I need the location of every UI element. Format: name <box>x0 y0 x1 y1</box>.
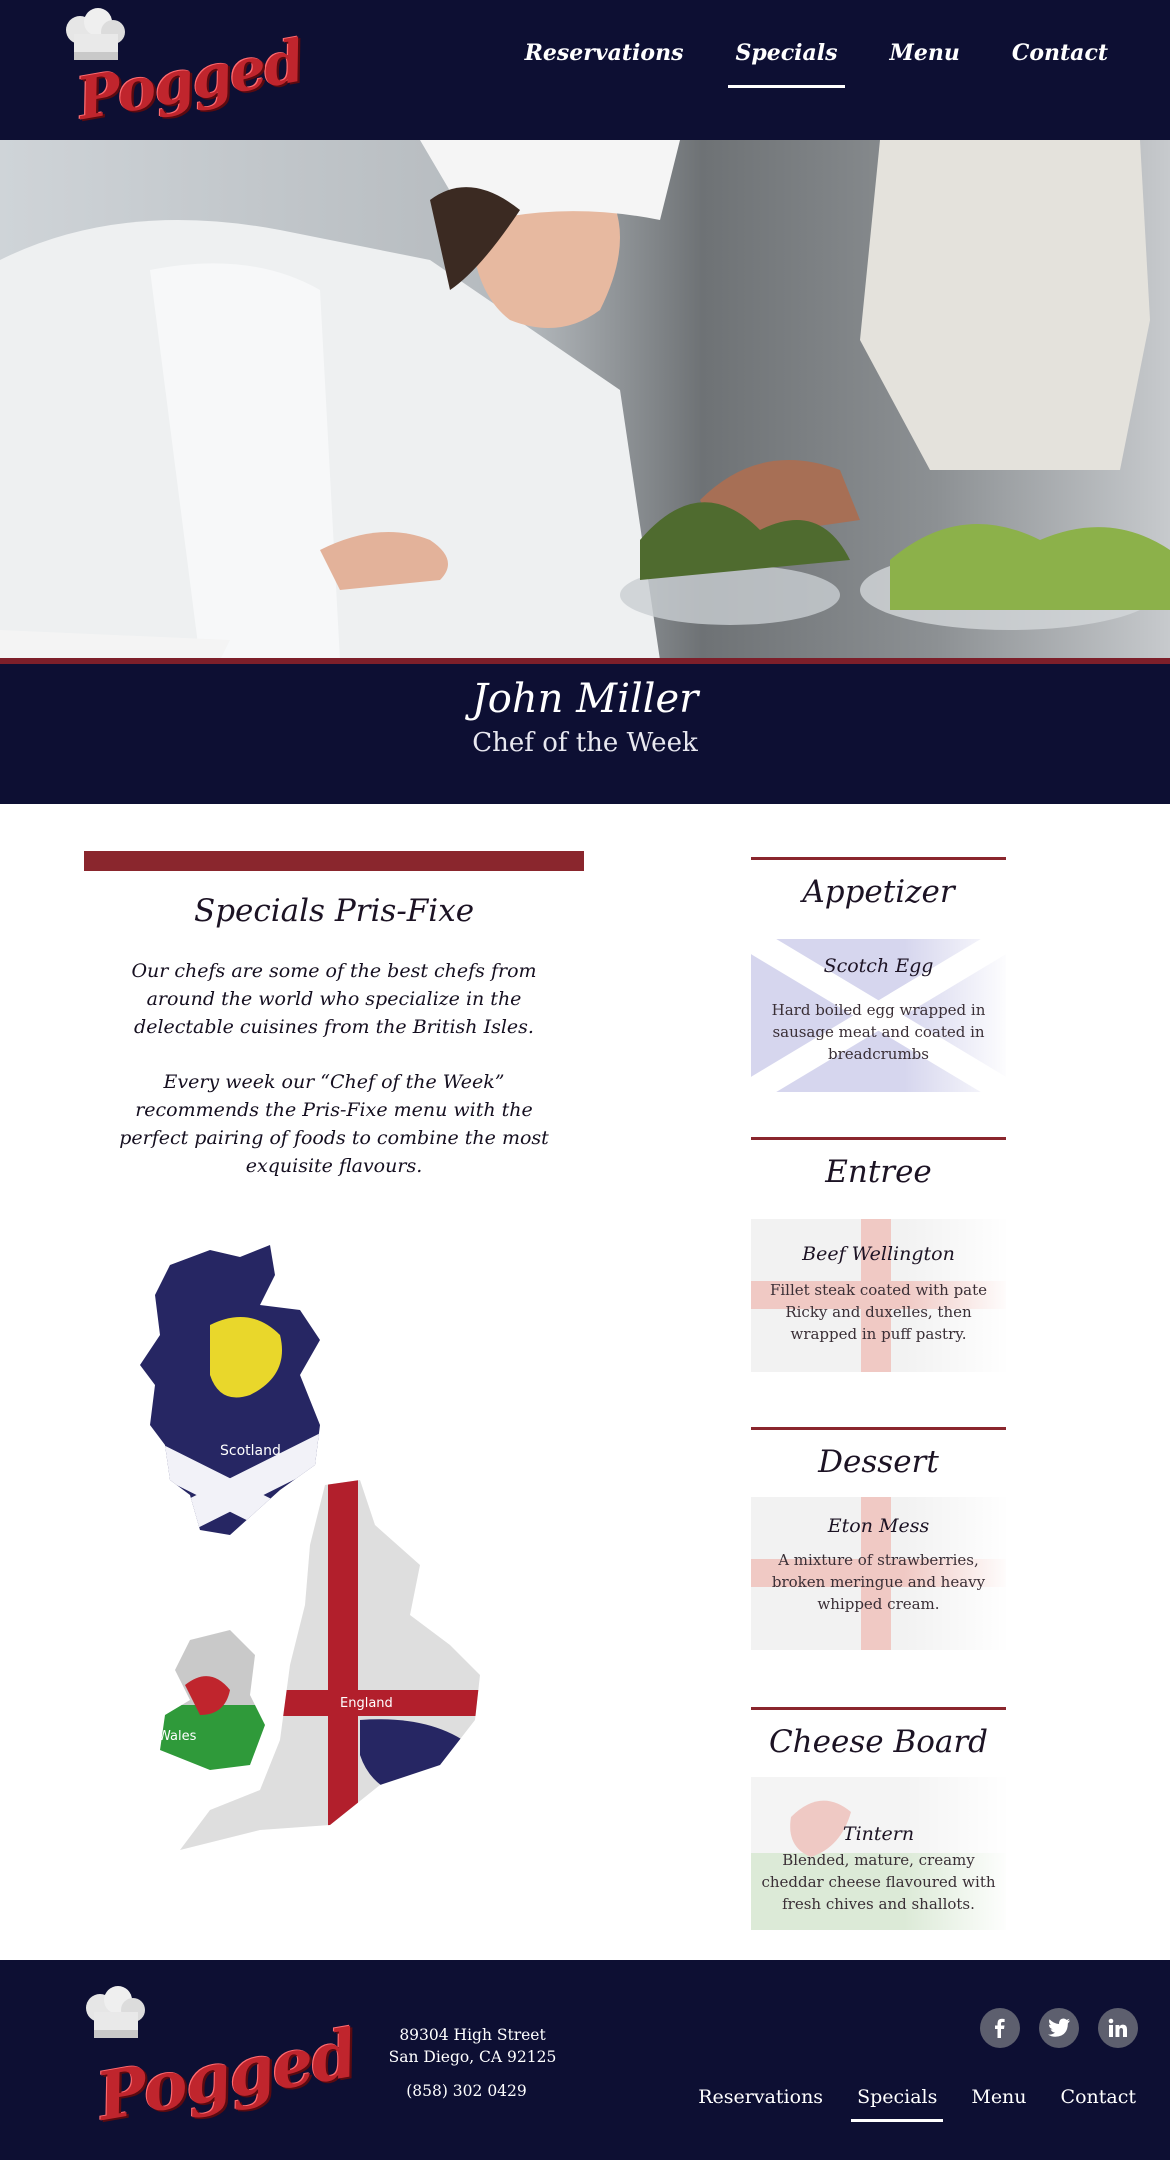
dish-name: Beef Wellington <box>802 1243 955 1265</box>
chef-of-week-banner: John Miller Chef of the Week <box>0 664 1170 804</box>
facebook-icon[interactable] <box>980 2008 1020 2048</box>
dish-description: Fillet steak coated with pate Ricky and … <box>769 1281 988 1343</box>
scotland-region <box>140 1245 320 1535</box>
map-label-england: England <box>340 1696 393 1711</box>
nav-reservations[interactable]: Reservations <box>525 40 684 80</box>
footer-nav-contact[interactable]: Contact <box>1061 2086 1136 2108</box>
course-dessert: Dessert Eton Mess A mixture of strawberr… <box>751 1427 1006 1662</box>
footer-nav-menu[interactable]: Menu <box>971 2086 1026 2108</box>
dish-name: Eton Mess <box>827 1515 930 1537</box>
address-line-1: 89304 High Street <box>399 2026 546 2044</box>
nav-menu[interactable]: Menu <box>890 40 960 80</box>
specials-description: Every week our “Chef of the Week” recomm… <box>119 1071 549 1177</box>
footer-nav-reservations[interactable]: Reservations <box>698 2086 823 2108</box>
hero-image <box>0 140 1170 660</box>
course-title: Dessert <box>818 1444 939 1480</box>
course-rule <box>751 1137 1006 1140</box>
chef-name: John Miller <box>471 676 699 722</box>
course-title: Entree <box>825 1154 932 1190</box>
specials-title: Specials Pris-Fixe <box>193 893 475 929</box>
dish-description: A mixture of strawberries, broken mering… <box>771 1551 986 1613</box>
main-nav: Reservations Specials Menu Contact <box>473 40 1108 88</box>
chef-hat-icon <box>86 1986 145 2038</box>
footer-logo[interactable]: Pogged <box>78 1986 361 2136</box>
map-label-wales: Wales <box>158 1729 197 1744</box>
course-rule <box>751 857 1006 860</box>
logo[interactable]: Pogged <box>58 8 307 133</box>
nav-contact[interactable]: Contact <box>1012 40 1108 80</box>
map-label-scotland: Scotland <box>220 1443 281 1459</box>
nav-specials[interactable]: Specials <box>728 40 845 88</box>
dish-name: Scotch Egg <box>823 955 934 977</box>
phone-number[interactable]: (858) 302 0429 <box>374 2080 559 2102</box>
dish-description: Hard boiled egg wrapped in sausage meat … <box>771 1001 986 1063</box>
specials-intro: Our chefs are some of the best chefs fro… <box>131 960 537 1038</box>
linkedin-icon[interactable] <box>1098 2008 1138 2048</box>
course-title: Appetizer <box>802 874 955 910</box>
site-header: Pogged Reservations Specials Menu Contac… <box>0 0 1170 140</box>
dish-card[interactable]: Scotch Egg Hard boiled egg wrapped in sa… <box>751 939 1006 1092</box>
address-line-2: San Diego, CA 92125 <box>388 2048 557 2066</box>
chef-photo <box>0 140 1170 660</box>
course-title: Cheese Board <box>768 1724 989 1760</box>
footer-nav-specials[interactable]: Specials <box>851 2086 944 2122</box>
wales-region <box>160 1630 265 1770</box>
footer-nav: Reservations Specials Menu Contact <box>664 2086 1136 2122</box>
dish-description: Blended, mature, creamy cheddar cheese f… <box>761 1851 996 1913</box>
dish-card[interactable]: Eton Mess A mixture of strawberries, bro… <box>751 1497 1006 1650</box>
section-accent-bar <box>84 851 584 871</box>
british-isles-map: Scotland England Wales <box>140 1245 480 1850</box>
course-cheese-board: Cheese Board Tintern Blended, mature, cr… <box>751 1707 1006 1947</box>
dish-name: Tintern <box>842 1823 915 1845</box>
course-entree: Entree Beef Wellington Fillet steak coat… <box>751 1137 1006 1372</box>
course-rule <box>751 1707 1006 1710</box>
site-footer: Pogged 89304 High Street San Diego, CA 9… <box>0 1960 1170 2160</box>
chef-role: Chef of the Week <box>472 728 698 758</box>
dish-card[interactable]: Beef Wellington Fillet steak coated with… <box>751 1219 1006 1372</box>
dish-card[interactable]: Tintern Blended, mature, creamy cheddar … <box>751 1777 1006 1930</box>
course-rule <box>751 1427 1006 1430</box>
twitter-icon[interactable] <box>1039 2008 1079 2048</box>
course-appetizer: Appetizer Scotch Egg Hard boiled egg wra… <box>751 857 1006 1092</box>
